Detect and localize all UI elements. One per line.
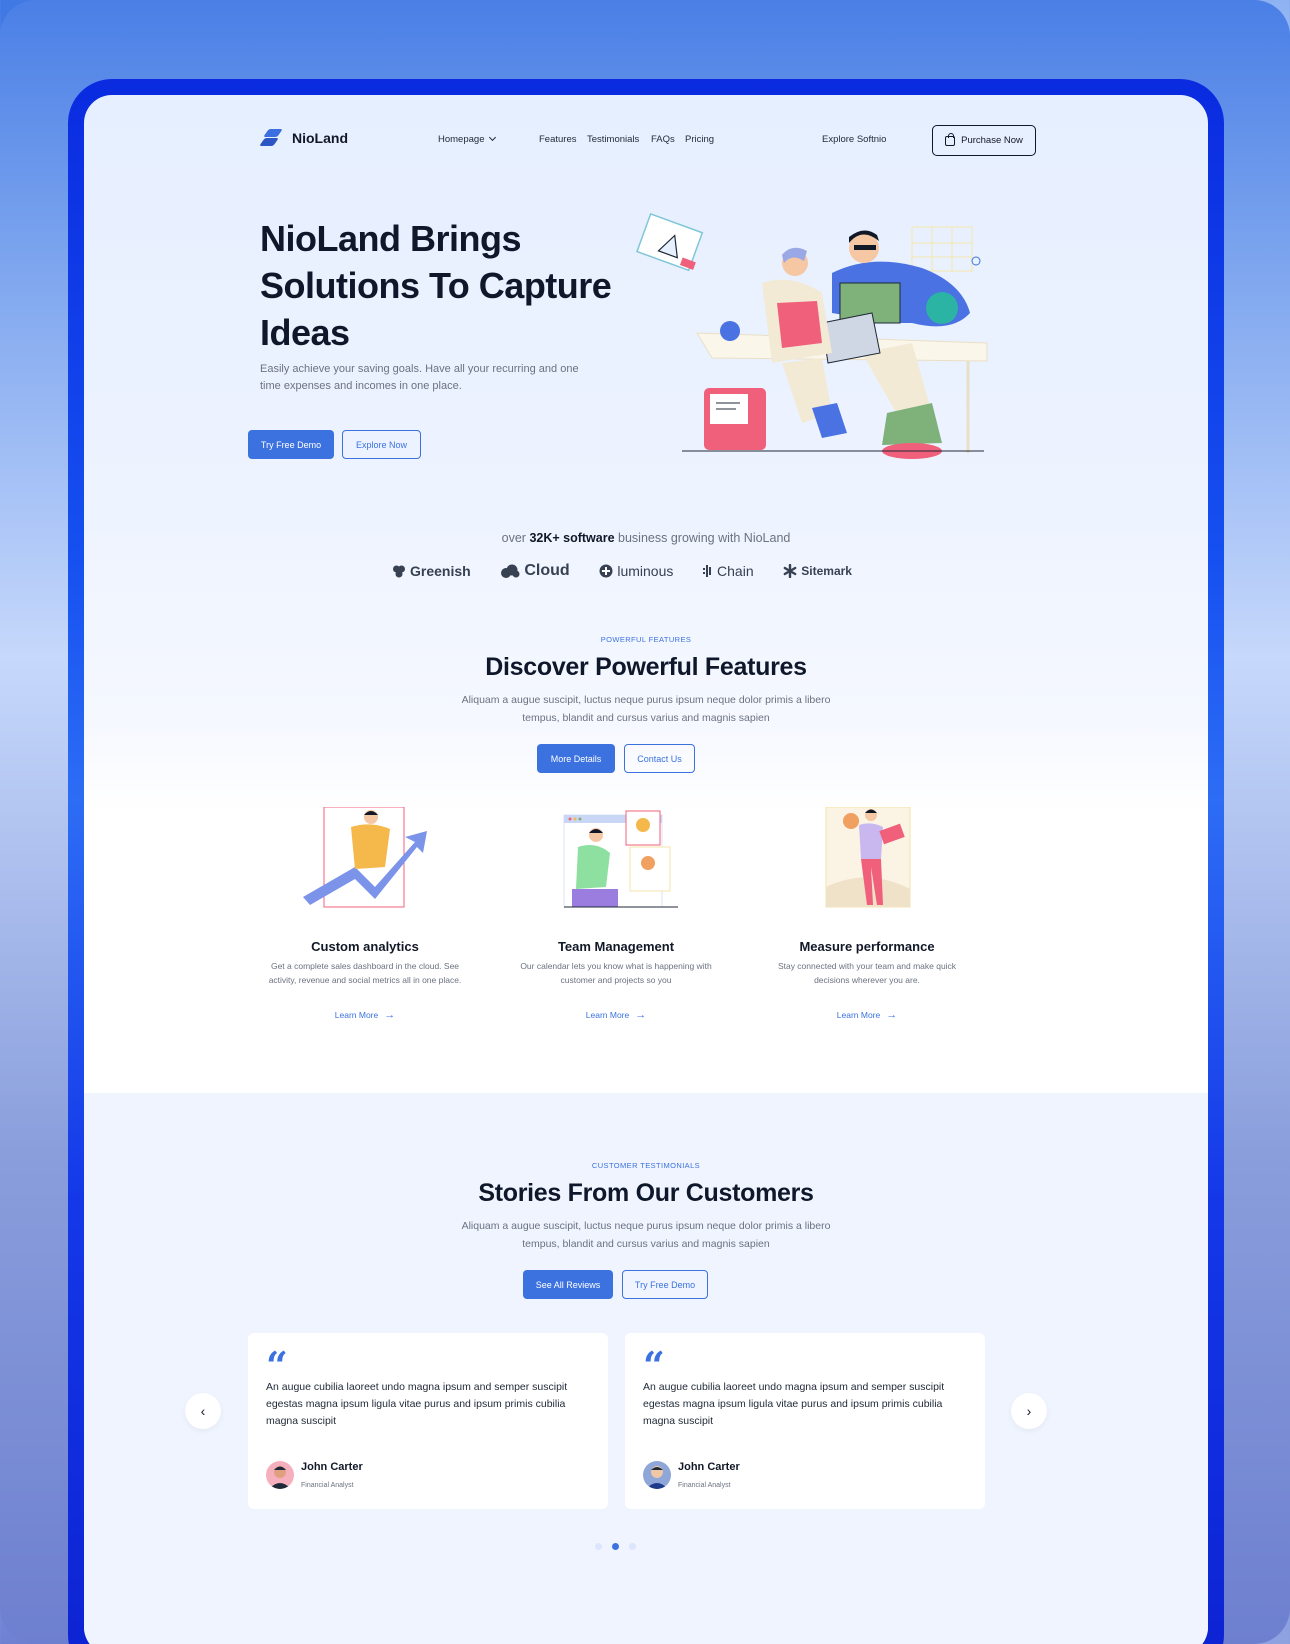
nav-homepage-label: Homepage (438, 134, 485, 145)
avatar (266, 1461, 294, 1489)
brand-chain: Chain (703, 563, 754, 579)
feature-title: Measure performance (799, 939, 935, 954)
carousel-dot[interactable] (595, 1543, 602, 1550)
learn-more-link[interactable]: Learn More → (335, 1009, 395, 1021)
cloud-icon (501, 564, 520, 578)
feature-text: Our calendar lets you know what is happe… (520, 961, 712, 985)
brand-luminous-label: luminous (617, 563, 674, 579)
features-subtitle: Aliquam a augue suscipit, luctus neque p… (461, 694, 831, 724)
nav-testimonials[interactable]: Testimonials (587, 134, 639, 145)
person-icon (269, 1466, 291, 1489)
asterisk-icon (783, 564, 797, 578)
learn-more-label: Learn More (585, 1010, 630, 1020)
testimonial-role: Financial Analyst (678, 1482, 731, 1489)
feature-text: Get a complete sales dashboard in the cl… (268, 961, 462, 985)
testimonial-quote: An augue cubilia laoreet undo magna ipsu… (643, 1381, 945, 1427)
brand-chain-label: Chain (717, 563, 754, 579)
quote-icon: “ (643, 1343, 665, 1388)
learn-more-link[interactable]: Learn More → (586, 1009, 646, 1021)
leaf-icon (393, 565, 405, 578)
nav-features[interactable]: Features (539, 134, 577, 145)
brand-cloud: Cloud (500, 562, 570, 580)
feature-card-team: Team Management Our calendar lets you kn… (506, 807, 726, 1022)
arrow-right-icon: → (384, 1009, 396, 1021)
brand-sitemark: Sitemark (783, 564, 852, 578)
chevron-right-icon: › (1026, 1403, 1032, 1419)
nav-pricing[interactable]: Pricing (685, 134, 714, 145)
testimonial-name: John Carter (678, 1461, 740, 1473)
feature-title: Team Management (557, 939, 675, 954)
logo-icon (259, 128, 284, 148)
browser-screen: NioLand Homepage Features Testimonials F… (84, 95, 1208, 1644)
feature-text: Stay connected with your team and make q… (777, 961, 957, 985)
nav-homepage[interactable]: Homepage (438, 133, 497, 145)
brands-tagline-highlight: 32K+ software (529, 531, 615, 545)
top-navigation: NioLand Homepage Features Testimonials F… (259, 125, 1036, 157)
features-title: Discover Powerful Features (485, 653, 807, 681)
carousel-next-button[interactable]: › (1011, 1393, 1047, 1429)
contact-us-button[interactable]: Contact Us (624, 744, 695, 773)
more-details-button[interactable]: More Details (537, 744, 615, 773)
feature-title: Custom analytics (311, 939, 419, 954)
purchase-now-label: Purchase Now (961, 135, 1023, 146)
learn-more-label: Learn More (836, 1010, 881, 1020)
feature-card-performance: Measure performance Stay connected with … (757, 806, 977, 1022)
testimonial-role: Financial Analyst (301, 1482, 354, 1489)
avatar (643, 1461, 671, 1489)
brand-luminous: luminous (599, 563, 673, 579)
plus-circle-icon (599, 564, 613, 578)
features-eyebrow: POWERFUL FEATURES (600, 635, 692, 644)
testimonial-card: “ An augue cubilia laoreet undo magna ip… (625, 1333, 985, 1509)
brands-tagline-prefix: over (501, 531, 526, 545)
brands-tagline: over 32K+ software business growing with… (84, 531, 1208, 545)
logo[interactable]: NioLand (259, 128, 348, 148)
quote-icon: “ (266, 1343, 288, 1388)
hero-subtitle: Easily achieve your saving goals. Have a… (260, 363, 579, 392)
carousel-dot[interactable] (629, 1543, 636, 1550)
brand-greenish: Greenish (392, 563, 471, 579)
learn-more-link[interactable]: Learn More → (837, 1009, 897, 1021)
brand-sitemark-label: Sitemark (801, 564, 852, 578)
try-free-demo-button-2[interactable]: Try Free Demo (622, 1270, 708, 1299)
logo-text: NioLand (292, 130, 348, 146)
testimonials-eyebrow: CUSTOMER TESTIMONIALS (591, 1161, 701, 1170)
carousel-dot-active[interactable] (612, 1543, 619, 1550)
testimonials-subtitle: Aliquam a augue suscipit, luctus neque p… (461, 1220, 831, 1250)
team-illustration (563, 810, 678, 908)
brand-logos: Greenish Cloud luminous Chain Sitemark (392, 562, 852, 580)
brand-cloud-label: Cloud (524, 562, 570, 579)
bars-icon (703, 565, 712, 577)
arrow-right-icon: → (635, 1009, 647, 1021)
hero-title: NioLand Brings Solutions To Capture Idea… (260, 218, 612, 353)
learn-more-label: Learn More (334, 1010, 379, 1020)
chevron-down-icon (489, 133, 497, 142)
brands-tagline-suffix: business growing with NioLand (618, 531, 791, 545)
arrow-right-icon: → (886, 1009, 898, 1021)
hero-illustration (636, 213, 988, 459)
performance-illustration (825, 806, 911, 908)
try-free-demo-button[interactable]: Try Free Demo (248, 430, 334, 459)
analytics-illustration (303, 806, 427, 908)
purchase-now-button[interactable]: Purchase Now (932, 125, 1036, 156)
testimonials-title: Stories From Our Customers (478, 1179, 814, 1207)
nav-faqs[interactable]: FAQs (651, 134, 675, 145)
chevron-left-icon: ‹ (200, 1403, 206, 1419)
testimonial-name: John Carter (301, 1461, 363, 1473)
explore-now-button[interactable]: Explore Now (342, 430, 421, 459)
shopping-bag-icon (945, 132, 956, 146)
testimonial-quote: An augue cubilia laoreet undo magna ipsu… (266, 1381, 568, 1427)
carousel-prev-button[interactable]: ‹ (185, 1393, 221, 1429)
explore-softnio-link[interactable]: Explore Softnio (822, 134, 886, 145)
feature-card-analytics: Custom analytics Get a complete sales da… (255, 806, 475, 1022)
see-all-reviews-button[interactable]: See All Reviews (523, 1270, 613, 1299)
person-icon (646, 1466, 668, 1489)
brand-greenish-label: Greenish (410, 563, 471, 579)
testimonial-card: “ An augue cubilia laoreet undo magna ip… (248, 1333, 608, 1509)
